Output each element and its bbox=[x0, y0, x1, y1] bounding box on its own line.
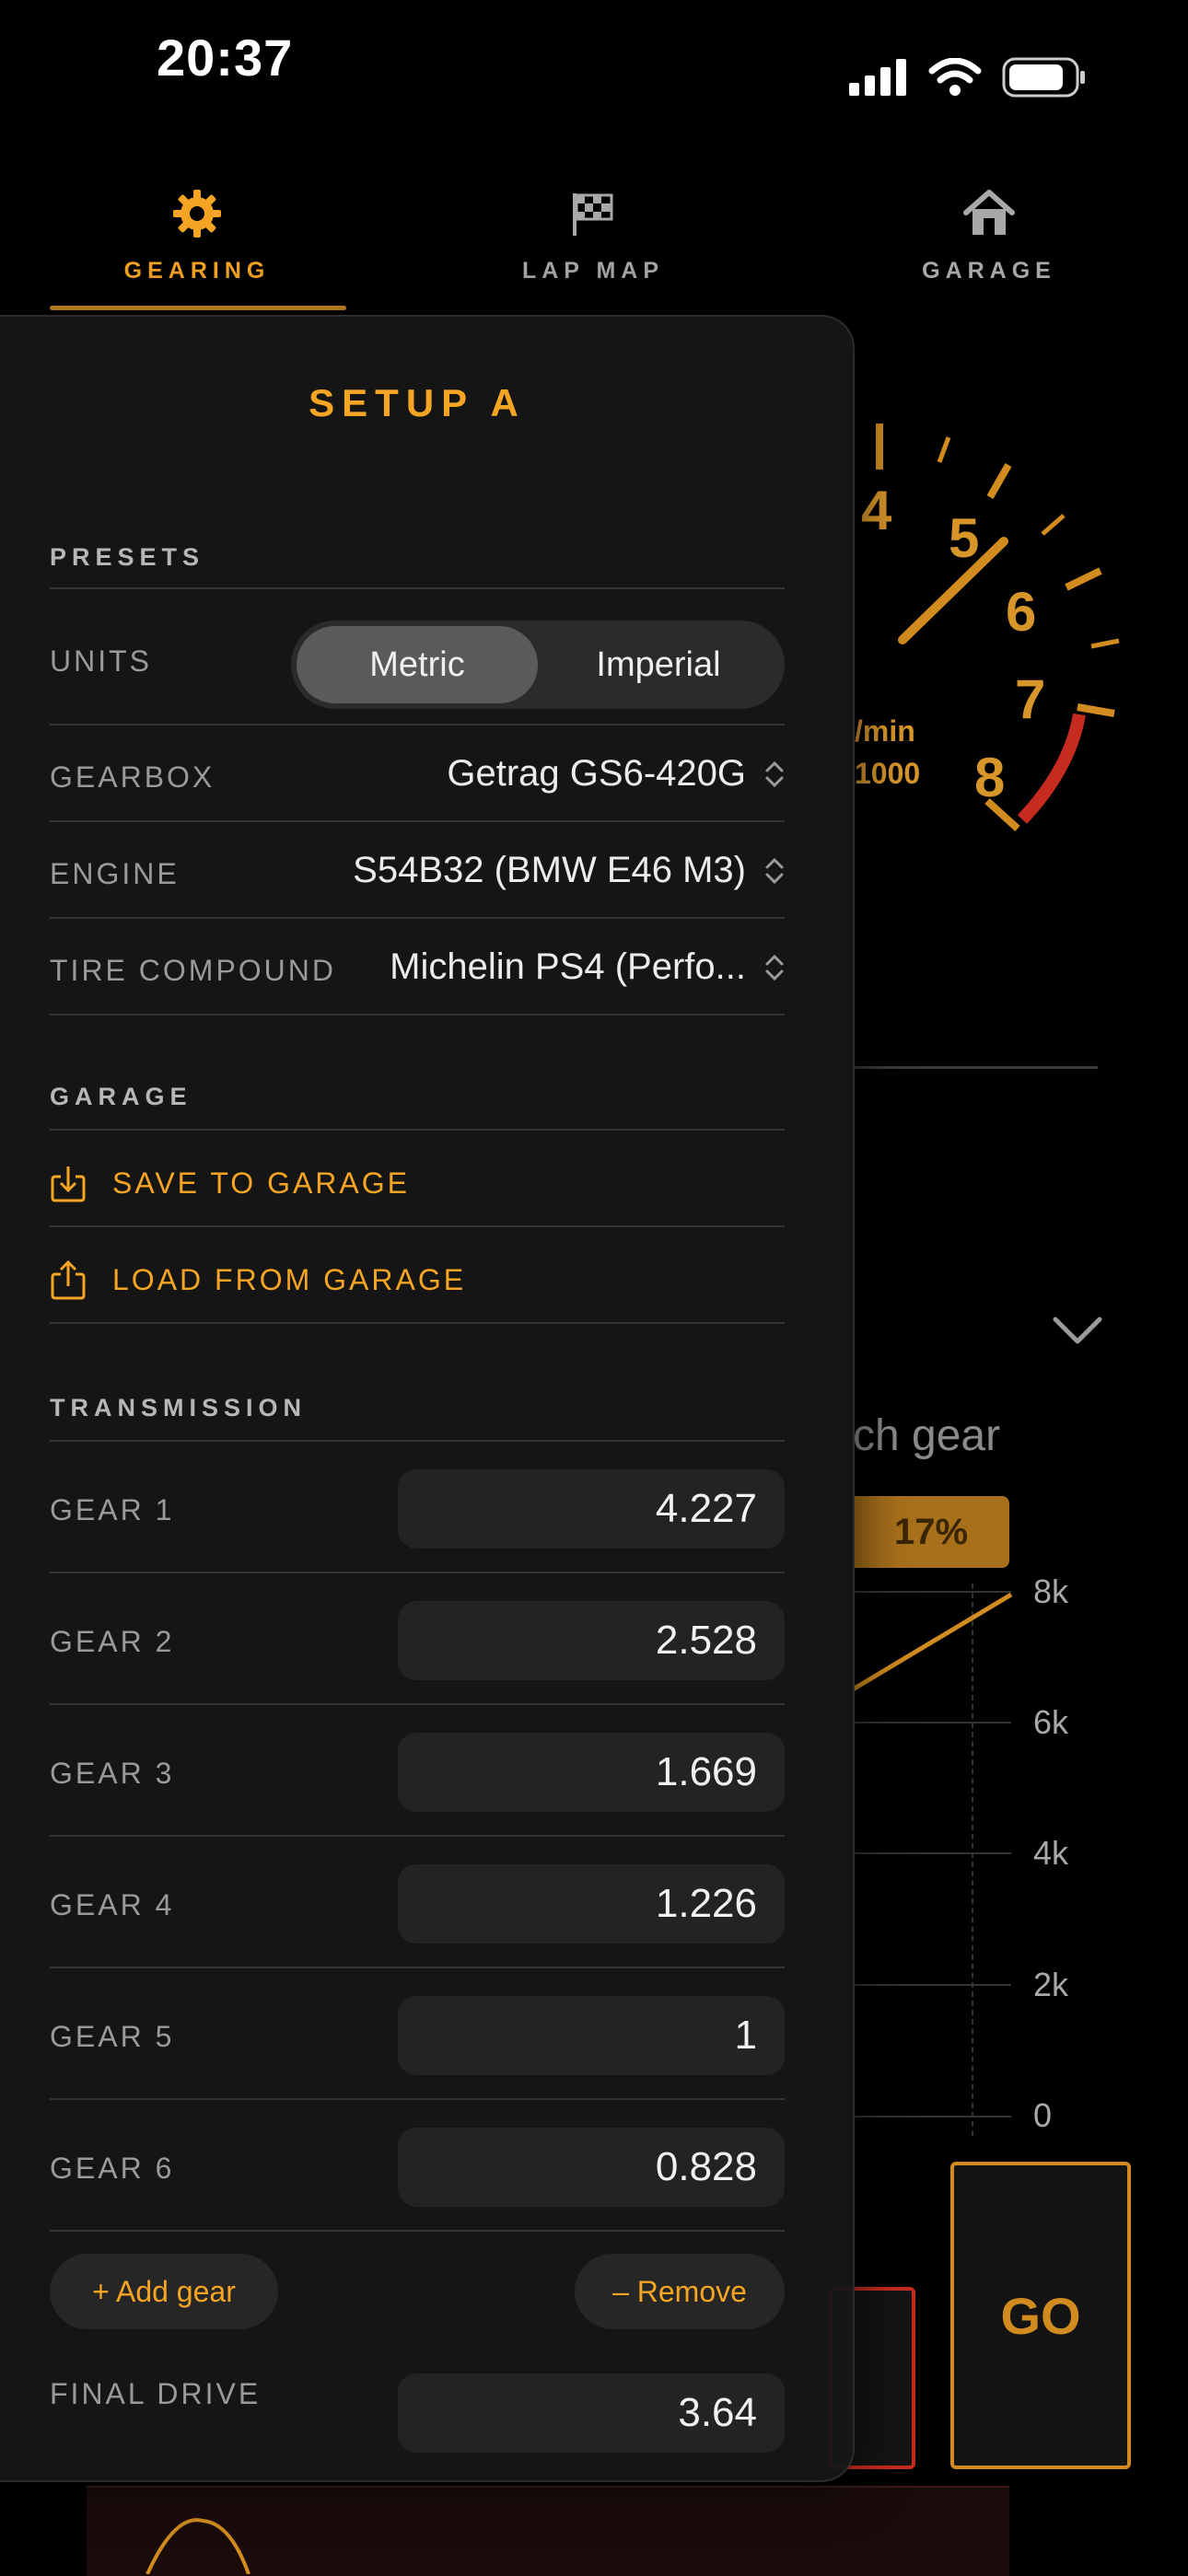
tab-gearing-label: GEARING bbox=[123, 258, 271, 284]
chevron-up-down-icon bbox=[765, 760, 784, 787]
transmission-heading: TRANSMISSION bbox=[50, 1394, 308, 1421]
units-option-imperial[interactable]: Imperial bbox=[538, 626, 779, 703]
gear-4-ratio-field[interactable]: 1.226 bbox=[398, 1864, 785, 1944]
go-label: GO bbox=[1000, 2286, 1081, 2345]
save-download-icon bbox=[51, 1166, 86, 1202]
gauge-number-8: 8 bbox=[974, 747, 1006, 808]
tab-lap-map-label: LAP MAP bbox=[521, 258, 665, 284]
gearbox-value: Getrag GS6-420G bbox=[447, 753, 746, 794]
gear-3-label: GEAR 3 bbox=[50, 1757, 175, 1790]
gear-2-label: GEAR 2 bbox=[50, 1625, 175, 1658]
status-icons bbox=[849, 57, 1087, 98]
rpm-line bbox=[853, 1593, 1013, 1692]
gauge-number-7: 7 bbox=[1015, 668, 1046, 730]
y-tick-4k: 4k bbox=[1033, 1834, 1069, 1872]
load-from-garage-button[interactable]: LOAD FROM GARAGE bbox=[50, 1259, 466, 1300]
y-tick-8k: 8k bbox=[1033, 1572, 1069, 1610]
checkered-flag-icon bbox=[573, 193, 613, 236]
units-label: UNITS bbox=[50, 644, 152, 678]
y-tick-2k: 2k bbox=[1033, 1966, 1069, 2003]
battery-icon bbox=[1002, 57, 1085, 98]
gear-5-ratio-field[interactable]: 1 bbox=[398, 1996, 785, 2075]
setup-panel: SETUP A PRESETS UNITS Metric Imperial GE… bbox=[0, 315, 855, 2482]
chevron-up-down-icon bbox=[765, 954, 784, 981]
gear-1-label: GEAR 1 bbox=[50, 1493, 175, 1526]
gear-icon bbox=[173, 190, 221, 238]
y-tick-6k: 6k bbox=[1033, 1703, 1069, 1741]
tab-lap-map[interactable]: LAP MAP bbox=[455, 184, 731, 284]
share-upload-icon bbox=[51, 1259, 86, 1300]
gear-1-ratio-field[interactable]: 4.227 bbox=[398, 1469, 785, 1549]
tab-garage[interactable]: GARAGE bbox=[851, 184, 1127, 284]
final-drive-ratio-field[interactable]: 3.64 bbox=[398, 2373, 785, 2453]
gearbox-picker[interactable]: Getrag GS6-420G bbox=[447, 753, 785, 795]
gauge-number-4: 4 bbox=[861, 480, 892, 541]
tire-compound-label: TIRE COMPOUND bbox=[50, 954, 336, 987]
engine-picker[interactable]: S54B32 (BMW E46 M3) bbox=[353, 850, 785, 891]
add-gear-button[interactable]: + Add gear bbox=[50, 2254, 278, 2329]
gauge-number-5: 5 bbox=[949, 507, 980, 569]
gauge-multiplier: 1000 bbox=[855, 757, 921, 790]
gear-6-label: GEAR 6 bbox=[50, 2152, 175, 2185]
cellular-signal-icon bbox=[849, 59, 906, 96]
gauge-number-6: 6 bbox=[1006, 581, 1037, 643]
save-to-garage-button[interactable]: SAVE TO GARAGE bbox=[50, 1164, 410, 1202]
active-tab-indicator bbox=[50, 306, 346, 310]
tire-compound-picker[interactable]: Michelin PS4 (Perfo... bbox=[390, 946, 785, 988]
load-from-garage-label: LOAD FROM GARAGE bbox=[112, 1262, 467, 1296]
y-tick-0: 0 bbox=[1033, 2096, 1053, 2134]
house-icon bbox=[963, 190, 1015, 235]
go-pedal[interactable]: GO bbox=[950, 2162, 1131, 2469]
final-drive-label: FINAL DRIVE bbox=[50, 2377, 262, 2410]
garage-heading: GARAGE bbox=[50, 1083, 192, 1110]
status-time: 20:37 bbox=[157, 29, 294, 87]
units-segmented-control[interactable]: Metric Imperial bbox=[291, 621, 785, 709]
presets-heading: PRESETS bbox=[50, 543, 205, 571]
wifi-icon bbox=[928, 58, 982, 96]
panel-title: SETUP A bbox=[309, 381, 526, 424]
gear-5-label: GEAR 5 bbox=[50, 2020, 175, 2053]
save-to-garage-label: SAVE TO GARAGE bbox=[112, 1166, 410, 1200]
chevron-up-down-icon bbox=[765, 857, 784, 884]
gearbox-label: GEARBOX bbox=[50, 760, 215, 794]
gear-4-label: GEAR 4 bbox=[50, 1888, 175, 1921]
gear-2-ratio-field[interactable]: 2.528 bbox=[398, 1601, 785, 1680]
engine-label: ENGINE bbox=[50, 857, 180, 890]
units-option-metric[interactable]: Metric bbox=[297, 626, 538, 703]
engine-value: S54B32 (BMW E46 M3) bbox=[353, 850, 746, 890]
chevron-down-icon[interactable] bbox=[1050, 1312, 1105, 1349]
gear-6-ratio-field[interactable]: 0.828 bbox=[398, 2128, 785, 2207]
tire-compound-value: Michelin PS4 (Perfo... bbox=[390, 946, 746, 987]
gear-3-ratio-field[interactable]: 1.669 bbox=[398, 1733, 785, 1812]
slider-track bbox=[853, 1066, 1098, 1069]
tab-gearing[interactable]: GEARING bbox=[59, 184, 335, 284]
percent-badge: 17% bbox=[853, 1496, 1009, 1568]
remove-gear-button[interactable]: – Remove bbox=[575, 2254, 785, 2329]
tab-garage-label: GARAGE bbox=[922, 258, 1056, 284]
chart-title-fragment: ch gear bbox=[853, 1411, 1001, 1460]
gauge-unit: /min bbox=[855, 714, 915, 748]
